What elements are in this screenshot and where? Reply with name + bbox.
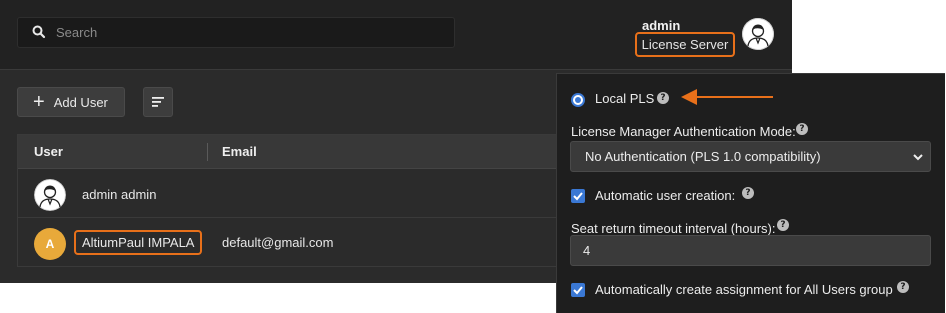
column-divider[interactable] — [207, 143, 208, 161]
row-user-name: admin admin — [82, 187, 157, 202]
auto-assignment-label: Automatically create assignment for All … — [595, 282, 893, 297]
row-email: default@gmail.com — [222, 235, 334, 250]
user-avatar[interactable] — [742, 18, 774, 50]
license-server-button[interactable]: License Server — [635, 32, 735, 57]
user-avatar-icon — [34, 179, 66, 211]
checkmark-icon — [573, 286, 583, 295]
sort-icon — [152, 97, 164, 107]
add-user-button[interactable]: + Add User — [17, 87, 125, 117]
license-settings-panel: Local PLS ? License Manager Authenticati… — [556, 73, 945, 313]
plus-icon: + — [33, 91, 45, 113]
seat-timeout-input[interactable]: 4 — [570, 235, 931, 266]
row-user-name: AltiumPaul IMPALA — [74, 230, 203, 255]
help-icon[interactable]: ? — [777, 219, 789, 231]
search-box[interactable] — [17, 17, 455, 48]
callout-arrow-icon — [681, 89, 773, 105]
help-icon[interactable]: ? — [897, 281, 909, 293]
current-user-name: admin — [642, 18, 681, 33]
auto-assignment-checkbox[interactable] — [571, 283, 585, 297]
local-pls-radio[interactable] — [571, 93, 585, 107]
help-icon[interactable]: ? — [742, 187, 754, 199]
auth-mode-select[interactable]: No Authentication (PLS 1.0 compatibility… — [570, 141, 931, 172]
auth-mode-value: No Authentication (PLS 1.0 compatibility… — [585, 149, 821, 164]
search-icon — [32, 25, 46, 44]
auto-user-creation-checkbox[interactable] — [571, 189, 585, 203]
row-initial-avatar: A — [34, 228, 66, 260]
auto-user-creation-label: Automatic user creation: — [595, 188, 736, 203]
column-header-user[interactable]: User — [34, 144, 63, 159]
add-user-label: Add User — [53, 94, 108, 110]
help-icon[interactable]: ? — [657, 92, 669, 104]
top-bar: admin License Server — [0, 0, 792, 70]
search-input[interactable] — [56, 18, 446, 47]
local-pls-label: Local PLS — [595, 91, 655, 106]
seat-timeout-label: Seat return timeout interval (hours): — [571, 221, 776, 236]
user-avatar-icon — [742, 18, 774, 50]
auth-mode-label: License Manager Authentication Mode: — [571, 124, 796, 139]
column-header-email[interactable]: Email — [222, 144, 257, 159]
checkmark-icon — [573, 192, 583, 201]
chevron-down-icon — [913, 154, 923, 161]
sort-button[interactable] — [143, 87, 173, 117]
help-icon[interactable]: ? — [796, 123, 808, 135]
row-avatar — [34, 179, 66, 211]
